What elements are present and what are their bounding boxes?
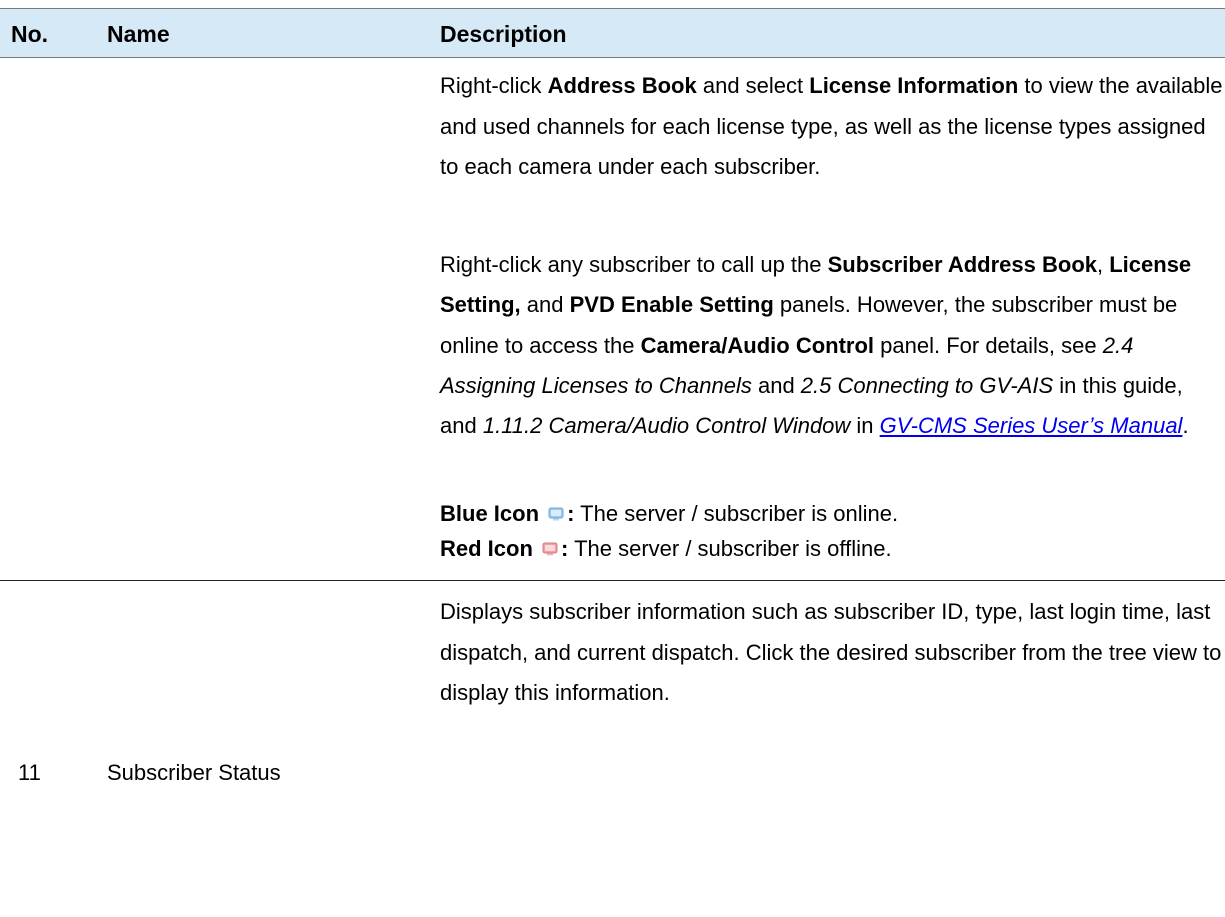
blue-monitor-icon xyxy=(548,507,564,521)
table-header-row: No. Name Description xyxy=(0,8,1225,58)
red-icon-line: Red Icon : The server / subscriber is of… xyxy=(440,536,892,561)
text-run: Right-click any subscriber to call up th… xyxy=(440,252,828,277)
text-run: and select xyxy=(696,73,810,98)
header-name: Name xyxy=(107,21,170,47)
manual-link[interactable]: GV-CMS Series User’s Manual xyxy=(880,413,1183,438)
row-name: Subscriber Status xyxy=(107,760,281,785)
red-icon-text: The server / subscriber is offline. xyxy=(568,536,892,561)
bold-run: Camera/Audio Control xyxy=(640,332,875,358)
text-run: , xyxy=(1097,252,1110,277)
blue-icon-label: Blue Icon xyxy=(440,501,540,526)
text-run: and xyxy=(751,372,801,398)
red-monitor-icon xyxy=(542,542,558,556)
bold-run: PVD Enable Setting xyxy=(569,292,774,318)
row-number: 11 xyxy=(18,760,41,785)
text-run: in xyxy=(850,413,880,439)
address-book-paragraph: Right-click Address Book and select Lice… xyxy=(440,66,1225,188)
header-description: Description xyxy=(440,21,567,47)
text-run: panel. For details, see xyxy=(874,332,1103,358)
red-icon-label: Red Icon xyxy=(440,536,533,561)
row-description: Displays subscriber information such as … xyxy=(440,599,1222,705)
icon-legend: Blue Icon : The server / subscriber is o… xyxy=(440,496,1225,566)
text-run: . xyxy=(1182,413,1189,439)
blue-icon-text: The server / subscriber is online. xyxy=(574,501,899,526)
bold-run: Subscriber Address Book xyxy=(827,252,1097,277)
italic-run: 1.11.2 Camera/Audio Control Window xyxy=(482,413,851,439)
italic-run: 2.5 Connecting to GV-AIS xyxy=(800,372,1054,398)
header-no: No. xyxy=(11,21,49,47)
subscriber-paragraph: Right-click any subscriber to call up th… xyxy=(440,245,1225,446)
row-divider xyxy=(0,580,1225,581)
text-run: and xyxy=(520,292,570,318)
text-run: Right-click xyxy=(440,73,548,98)
bold-run: Address Book xyxy=(547,73,697,98)
blue-icon-line: Blue Icon : The server / subscriber is o… xyxy=(440,501,898,526)
bold-run: License Information xyxy=(809,73,1019,98)
